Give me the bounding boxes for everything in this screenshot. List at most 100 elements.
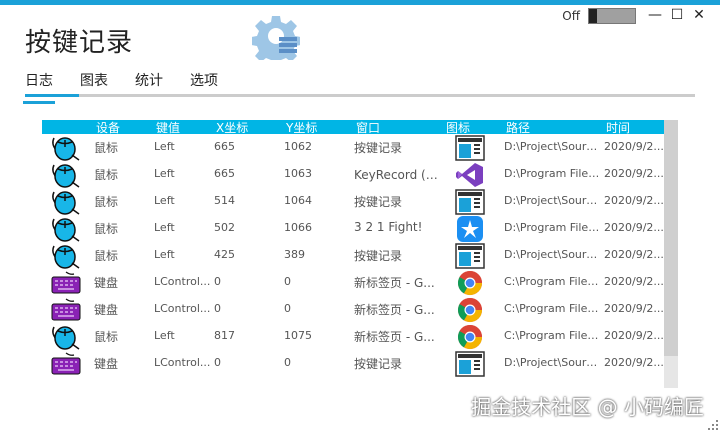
cell-key: LControl... — [154, 302, 211, 315]
table-row[interactable]: 鼠标 Left 425 389 按键记录 D:\Project\Sourc... 2020/… — [42, 242, 664, 269]
cell-y: 1062 — [284, 140, 312, 153]
cell-x: 502 — [214, 221, 235, 234]
cell-device: 鼠标 — [94, 330, 119, 344]
chrome-icon — [455, 270, 485, 296]
cell-x: 665 — [214, 167, 235, 180]
cell-x: 665 — [214, 140, 235, 153]
keyboard-icon — [50, 351, 82, 377]
mouse-icon — [50, 216, 82, 242]
app-title: 按键记录 — [25, 28, 134, 58]
scrollbar-thumb[interactable] — [664, 120, 678, 356]
mouse-icon — [50, 324, 82, 350]
table-row[interactable]: 键盘 LControl... 0 0 新标签页 - G... C:\Program Fil… — [42, 269, 664, 296]
watermark: 掘金技术社区 @ 小码编匠 — [471, 395, 704, 419]
cell-x: 0 — [214, 275, 221, 288]
app-window-icon — [455, 351, 485, 377]
grid-scrollbar[interactable] — [664, 120, 678, 388]
app-window-icon — [455, 135, 485, 161]
table-row[interactable]: 键盘 LControl... 0 0 新标签页 - G... C:\Program Fil… — [42, 296, 664, 323]
cell-path: D:\Project\Sourc... — [504, 194, 600, 207]
cell-y: 389 — [284, 248, 305, 261]
cell-key: LControl... — [154, 275, 211, 288]
chrome-icon — [455, 297, 485, 323]
cell-time: 2020/9/2... — [604, 167, 664, 180]
minimize-button[interactable]: — — [644, 4, 666, 26]
cell-path: D:\Project\Sourc... — [504, 140, 600, 153]
record-toggle[interactable]: Off — [562, 8, 636, 24]
cell-path: C:\Program Files... — [504, 302, 600, 315]
cell-device: 键盘 — [94, 303, 119, 317]
cell-y: 1075 — [284, 329, 312, 342]
cell-x: 817 — [214, 329, 235, 342]
grid-header: 设备 键值 X坐标 Y坐标 窗口 图标 路径 时间 — [42, 120, 664, 135]
cell-window: 新标签页 - G... — [354, 330, 435, 344]
cell-key: Left — [154, 221, 175, 234]
keyboard-icon — [50, 270, 82, 296]
window-controls: — ☐ ✕ — [644, 4, 710, 26]
tab-active-indicator — [25, 94, 79, 97]
cell-window: 新标签页 - G... — [354, 276, 435, 290]
visual-studio-icon — [455, 162, 485, 188]
chrome-icon — [455, 324, 485, 350]
cell-window: 3 2 1 Fight! — [354, 220, 423, 234]
keyboard-icon — [50, 297, 82, 323]
cell-key: Left — [154, 248, 175, 261]
cell-window: 新标签页 - G... — [354, 303, 435, 317]
cell-device: 鼠标 — [94, 249, 119, 263]
cell-y: 1066 — [284, 221, 312, 234]
cell-y: 0 — [284, 302, 291, 315]
cell-time: 2020/9/2... — [604, 248, 664, 261]
cell-key: Left — [154, 194, 175, 207]
cell-path: C:\Program Files... — [504, 329, 600, 342]
mouse-icon — [50, 162, 82, 188]
cell-path: C:\Program Files... — [504, 275, 600, 288]
table-row[interactable]: 鼠标 Left 817 1075 新标签页 - G... C:\Program Files… — [42, 323, 664, 350]
table-row[interactable]: 键盘 LControl... 0 0 按键记录 D:\Project\Sourc... 20… — [42, 350, 664, 377]
cell-time: 2020/9/2... — [604, 221, 664, 234]
app-window-icon — [455, 243, 485, 269]
cell-time: 2020/9/2... — [604, 302, 664, 315]
settings-gear-icon[interactable] — [252, 12, 300, 60]
mouse-icon — [50, 243, 82, 269]
cell-device: 鼠标 — [94, 141, 119, 155]
cell-time: 2020/9/2... — [604, 140, 664, 153]
top-accent-bar — [0, 0, 720, 5]
cell-x: 514 — [214, 194, 235, 207]
mouse-icon — [50, 135, 82, 161]
table-row[interactable]: 鼠标 Left 665 1063 KeyRecord (正... D:\Program F… — [42, 161, 664, 188]
cell-window: 按键记录 — [354, 141, 403, 155]
cell-path: D:\Project\Sourc... — [504, 248, 600, 261]
cell-x: 425 — [214, 248, 235, 261]
cell-y: 1063 — [284, 167, 312, 180]
maximize-button[interactable]: ☐ — [666, 4, 688, 26]
cell-device: 鼠标 — [94, 168, 119, 182]
cell-path: D:\Program Files... — [504, 167, 600, 180]
cell-device: 鼠标 — [94, 222, 119, 236]
cell-device: 键盘 — [94, 276, 119, 290]
dingtalk-icon — [455, 216, 485, 242]
cell-y: 1064 — [284, 194, 312, 207]
cell-y: 0 — [284, 356, 291, 369]
mouse-icon — [50, 189, 82, 215]
cell-window: 按键记录 — [354, 249, 403, 263]
table-row[interactable]: 鼠标 Left 514 1064 按键记录 D:\Project\Sourc... 2020… — [42, 188, 664, 215]
cell-time: 2020/9/2... — [604, 275, 664, 288]
cell-device: 键盘 — [94, 357, 119, 371]
cell-device: 鼠标 — [94, 195, 119, 209]
cell-key: Left — [154, 140, 175, 153]
cell-window: KeyRecord (正... — [354, 168, 446, 182]
table-row[interactable]: 鼠标 Left 502 1066 3 2 1 Fight! D:\Program File… — [42, 215, 664, 242]
cell-x: 0 — [214, 356, 221, 369]
cell-path: D:\Program Files... — [504, 221, 600, 234]
toggle-switch[interactable] — [588, 8, 636, 24]
resize-grip-icon[interactable] — [708, 420, 718, 430]
close-button[interactable]: ✕ — [688, 4, 710, 26]
table-row[interactable]: 鼠标 Left 665 1062 按键记录 D:\Project\Sourc... 2020… — [42, 134, 664, 161]
cell-window: 按键记录 — [354, 195, 403, 209]
toggle-label: Off — [562, 9, 580, 23]
cell-time: 2020/9/2... — [604, 194, 664, 207]
cell-y: 0 — [284, 275, 291, 288]
cell-key: LControl... — [154, 356, 211, 369]
cell-key: Left — [154, 329, 175, 342]
cell-window: 按键记录 — [354, 357, 403, 371]
